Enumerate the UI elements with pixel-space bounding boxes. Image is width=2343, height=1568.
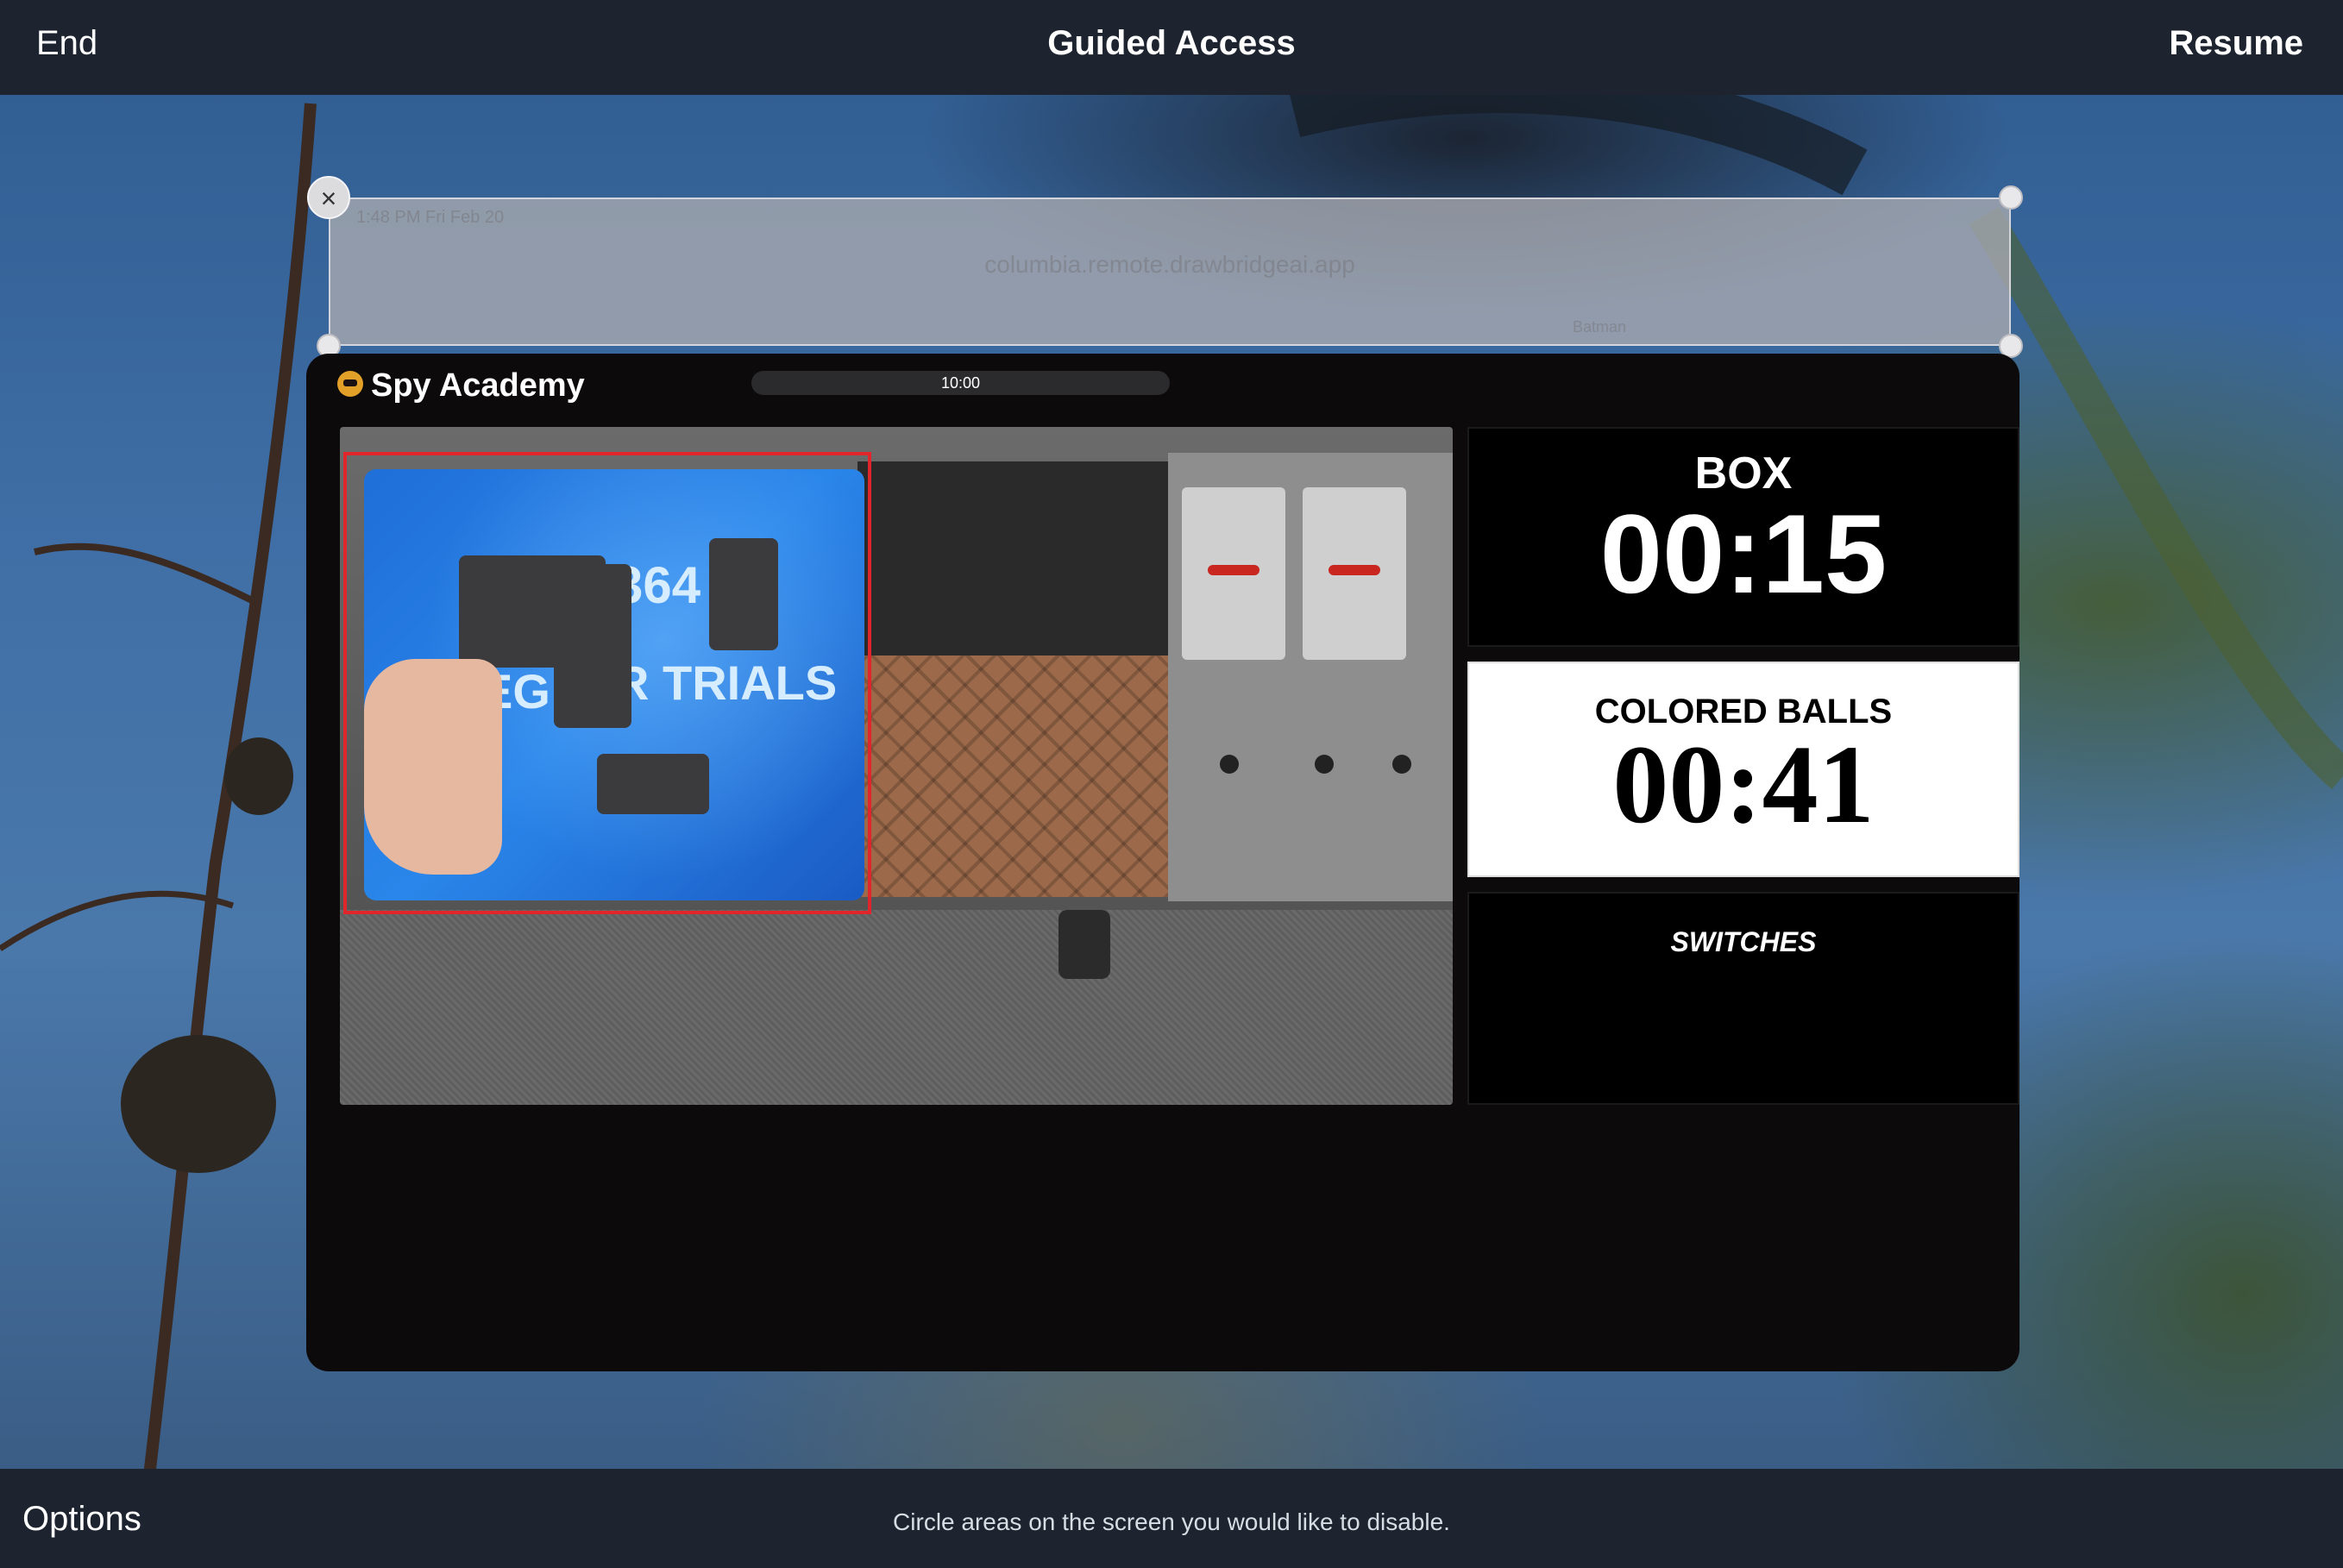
- puzzle-text: R TRIALS: [614, 655, 838, 710]
- ghost-status-bar: 1:48 PM Fri Feb 20: [356, 208, 505, 227]
- switch-plate: [1182, 487, 1285, 660]
- tile-label: SWITCHES: [1670, 926, 1817, 957]
- switch-lever: [1208, 565, 1259, 575]
- player-hand: [364, 659, 502, 875]
- camera-switch-panel: [1168, 453, 1453, 901]
- box-timer-value: 00:15: [1599, 491, 1888, 617]
- spy-academy-app: Spy Academy 10:00 364 R TRIALS EG BOX 00…: [306, 354, 2020, 1371]
- game-timer: 10:00: [751, 371, 1170, 395]
- resize-handle-top-right[interactable]: [1999, 185, 2023, 210]
- guided-access-title: Guided Access: [1047, 24, 1296, 62]
- peg: [1220, 755, 1239, 774]
- puzzle-highlight-box: 364 R TRIALS EG: [343, 452, 871, 914]
- app-title: Spy Academy: [371, 367, 585, 404]
- instruction-text: Circle areas on the screen you would lik…: [893, 1508, 1450, 1535]
- switch-plate: [1303, 487, 1406, 660]
- puzzle-board: 364 R TRIALS EG: [364, 469, 864, 900]
- switch-lever: [1329, 565, 1380, 575]
- remove-disabled-area-button[interactable]: ×: [307, 176, 350, 219]
- peg: [1315, 755, 1334, 774]
- camera-floor: [340, 910, 1453, 1105]
- colored-balls-timer-tile: COLORED BALLS 00:41: [1467, 662, 2020, 877]
- puzzle-piece: [597, 754, 709, 814]
- box-timer-tile: BOX 00:15: [1467, 427, 2020, 647]
- guided-access-bottom-bar: Options Circle areas on the screen you w…: [0, 1469, 2343, 1568]
- colored-balls-timer-value: 00:41: [1612, 723, 1875, 847]
- camera-feed: 364 R TRIALS EG: [340, 427, 1453, 1105]
- ghost-url-bar: columbia.remote.drawbridgeai.app: [984, 251, 1355, 278]
- switches-timer-tile: SWITCHES: [1467, 892, 2020, 1105]
- peg: [1392, 755, 1411, 774]
- camera-wooden-box: [857, 655, 1168, 897]
- ghost-tab-label: Batman: [1573, 318, 1627, 336]
- camera-box-lid: [857, 461, 1168, 655]
- resume-button[interactable]: Resume: [2169, 24, 2303, 63]
- spy-logo-icon: [337, 371, 363, 397]
- disabled-area-overlay[interactable]: 1:48 PM Fri Feb 20 columbia.remote.drawb…: [329, 198, 2011, 346]
- puzzle-piece: [709, 538, 778, 650]
- guided-access-top-bar: End Guided Access Resume: [0, 0, 2343, 95]
- padlock-icon: [1058, 910, 1110, 979]
- puzzle-piece: [554, 564, 631, 728]
